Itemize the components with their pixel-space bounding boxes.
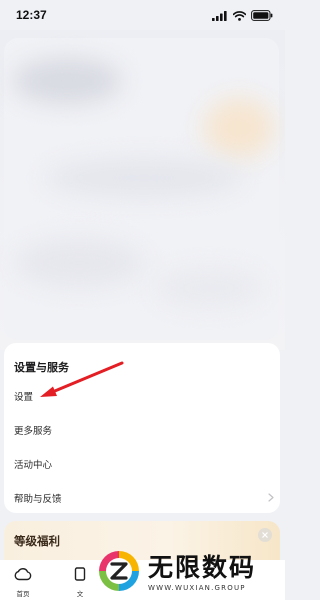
settings-item-more-services[interactable]: 更多服务 bbox=[4, 415, 280, 445]
settings-item-label: 帮助与反馈 bbox=[14, 494, 62, 505]
settings-item-activity-center[interactable]: 活动中心 bbox=[4, 449, 280, 479]
watermark-subtitle: WWW.WUXIAN.GROUP bbox=[148, 584, 246, 592]
signal-icon bbox=[212, 6, 228, 25]
blurred-card bbox=[4, 38, 279, 340]
watermark-logo: 无限数码 WWW.WUXIAN.GROUP bbox=[96, 546, 281, 600]
settings-item-label: 更多服务 bbox=[14, 426, 53, 437]
settings-item-label: 设置 bbox=[14, 392, 34, 403]
status-icons bbox=[212, 6, 273, 25]
tab-label: 文 bbox=[76, 590, 84, 598]
red-arrow-annotation bbox=[40, 361, 124, 397]
logo-mark-icon bbox=[96, 548, 142, 598]
status-time: 12:37 bbox=[16, 8, 47, 22]
tab-label: 首页 bbox=[16, 590, 30, 598]
close-icon[interactable] bbox=[258, 528, 272, 542]
chevron-right-icon bbox=[268, 493, 274, 505]
status-bar: 12:37 bbox=[0, 0, 285, 30]
battery-icon bbox=[251, 6, 273, 25]
watermark-title: 无限数码 bbox=[148, 553, 257, 582]
tab-document[interactable]: 文 bbox=[74, 566, 86, 598]
document-icon bbox=[74, 566, 86, 585]
wifi-icon bbox=[232, 6, 247, 25]
cloud-icon bbox=[14, 566, 32, 585]
settings-item-label: 活动中心 bbox=[14, 460, 53, 471]
settings-item-help-feedback[interactable]: 帮助与反馈 bbox=[4, 483, 280, 513]
blurred-content bbox=[0, 30, 285, 350]
tab-home[interactable]: 首页 bbox=[14, 566, 32, 598]
level-benefits-title: 等级福利 bbox=[14, 534, 60, 548]
